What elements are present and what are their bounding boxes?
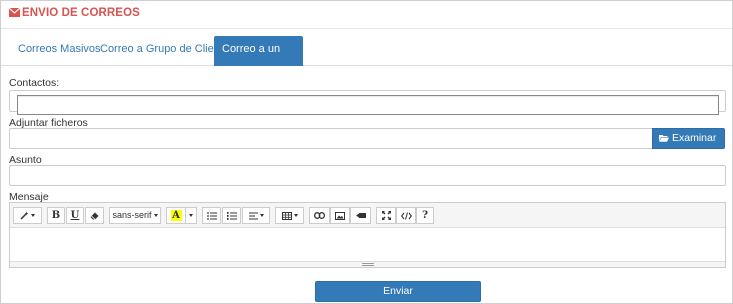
chevron-down-icon — [293, 214, 298, 217]
subject-input[interactable] — [9, 165, 726, 186]
question-icon: ? — [422, 210, 428, 221]
color-dropdown-button[interactable] — [185, 207, 197, 224]
envelope-icon — [9, 8, 20, 17]
editor-resize-bar[interactable] — [10, 261, 725, 267]
highlight-color-button[interactable]: A — [166, 207, 186, 224]
tab-correo-un-cliente[interactable]: Correo a un cliente — [214, 36, 303, 82]
highlight-icon: A — [170, 210, 182, 221]
folder-open-icon — [659, 135, 669, 142]
page-title: ENVIO DE CORREOS — [22, 7, 140, 19]
bold-icon: B — [51, 210, 61, 221]
link-icon — [314, 212, 325, 220]
attach-file-field[interactable] — [9, 128, 654, 149]
help-button[interactable]: ? — [416, 207, 434, 224]
contacts-label: Contactos: — [9, 77, 60, 89]
chevron-down-icon — [259, 214, 264, 217]
table-icon — [281, 211, 292, 220]
code-view-button[interactable] — [396, 207, 416, 224]
mail-panel: ENVIO DE CORREOS Correos Masivos Correo … — [0, 0, 733, 304]
picture-icon — [335, 211, 345, 220]
fullscreen-button[interactable] — [376, 207, 396, 224]
font-family-dropdown[interactable]: sans-serif — [109, 207, 161, 224]
table-dropdown[interactable] — [275, 207, 304, 224]
fullscreen-icon — [381, 211, 391, 221]
bold-button[interactable]: B — [47, 207, 65, 224]
insert-image-button[interactable] — [330, 207, 350, 224]
send-button[interactable]: Enviar — [315, 281, 481, 302]
contacts-input[interactable] — [17, 95, 719, 115]
eraser-icon — [90, 212, 99, 220]
chevron-down-icon — [189, 214, 193, 217]
magic-wand-icon — [20, 211, 29, 220]
editor-toolbar: B U sans-serif A ? — [10, 203, 725, 228]
resize-grip-icon — [362, 263, 374, 266]
style-button[interactable] — [13, 207, 42, 224]
ordered-list-button[interactable] — [222, 207, 241, 224]
paragraph-align-dropdown[interactable] — [242, 207, 270, 224]
message-editor: B U sans-serif A ? — [9, 202, 726, 268]
browse-button[interactable]: Examinar ... — [652, 128, 725, 163]
chevron-down-icon — [153, 214, 158, 217]
font-family-value: sans-serif — [112, 210, 152, 220]
clear-format-button[interactable] — [85, 207, 104, 224]
bulleted-list-icon — [206, 211, 217, 220]
tab-bar: Correos Masivos Correo a Grupo de Client… — [1, 36, 732, 82]
code-icon — [400, 211, 412, 220]
insert-link-button[interactable] — [309, 207, 330, 224]
underline-button[interactable]: U — [66, 207, 84, 224]
video-icon — [355, 213, 366, 219]
insert-video-button[interactable] — [350, 207, 371, 224]
unordered-list-button[interactable] — [202, 207, 221, 224]
underline-icon: U — [70, 210, 80, 221]
panel-header: ENVIO DE CORREOS — [1, 1, 732, 29]
align-left-icon — [248, 212, 258, 220]
chevron-down-icon — [31, 214, 35, 217]
numbered-list-icon — [226, 211, 237, 220]
message-body-editable[interactable] — [10, 228, 725, 261]
